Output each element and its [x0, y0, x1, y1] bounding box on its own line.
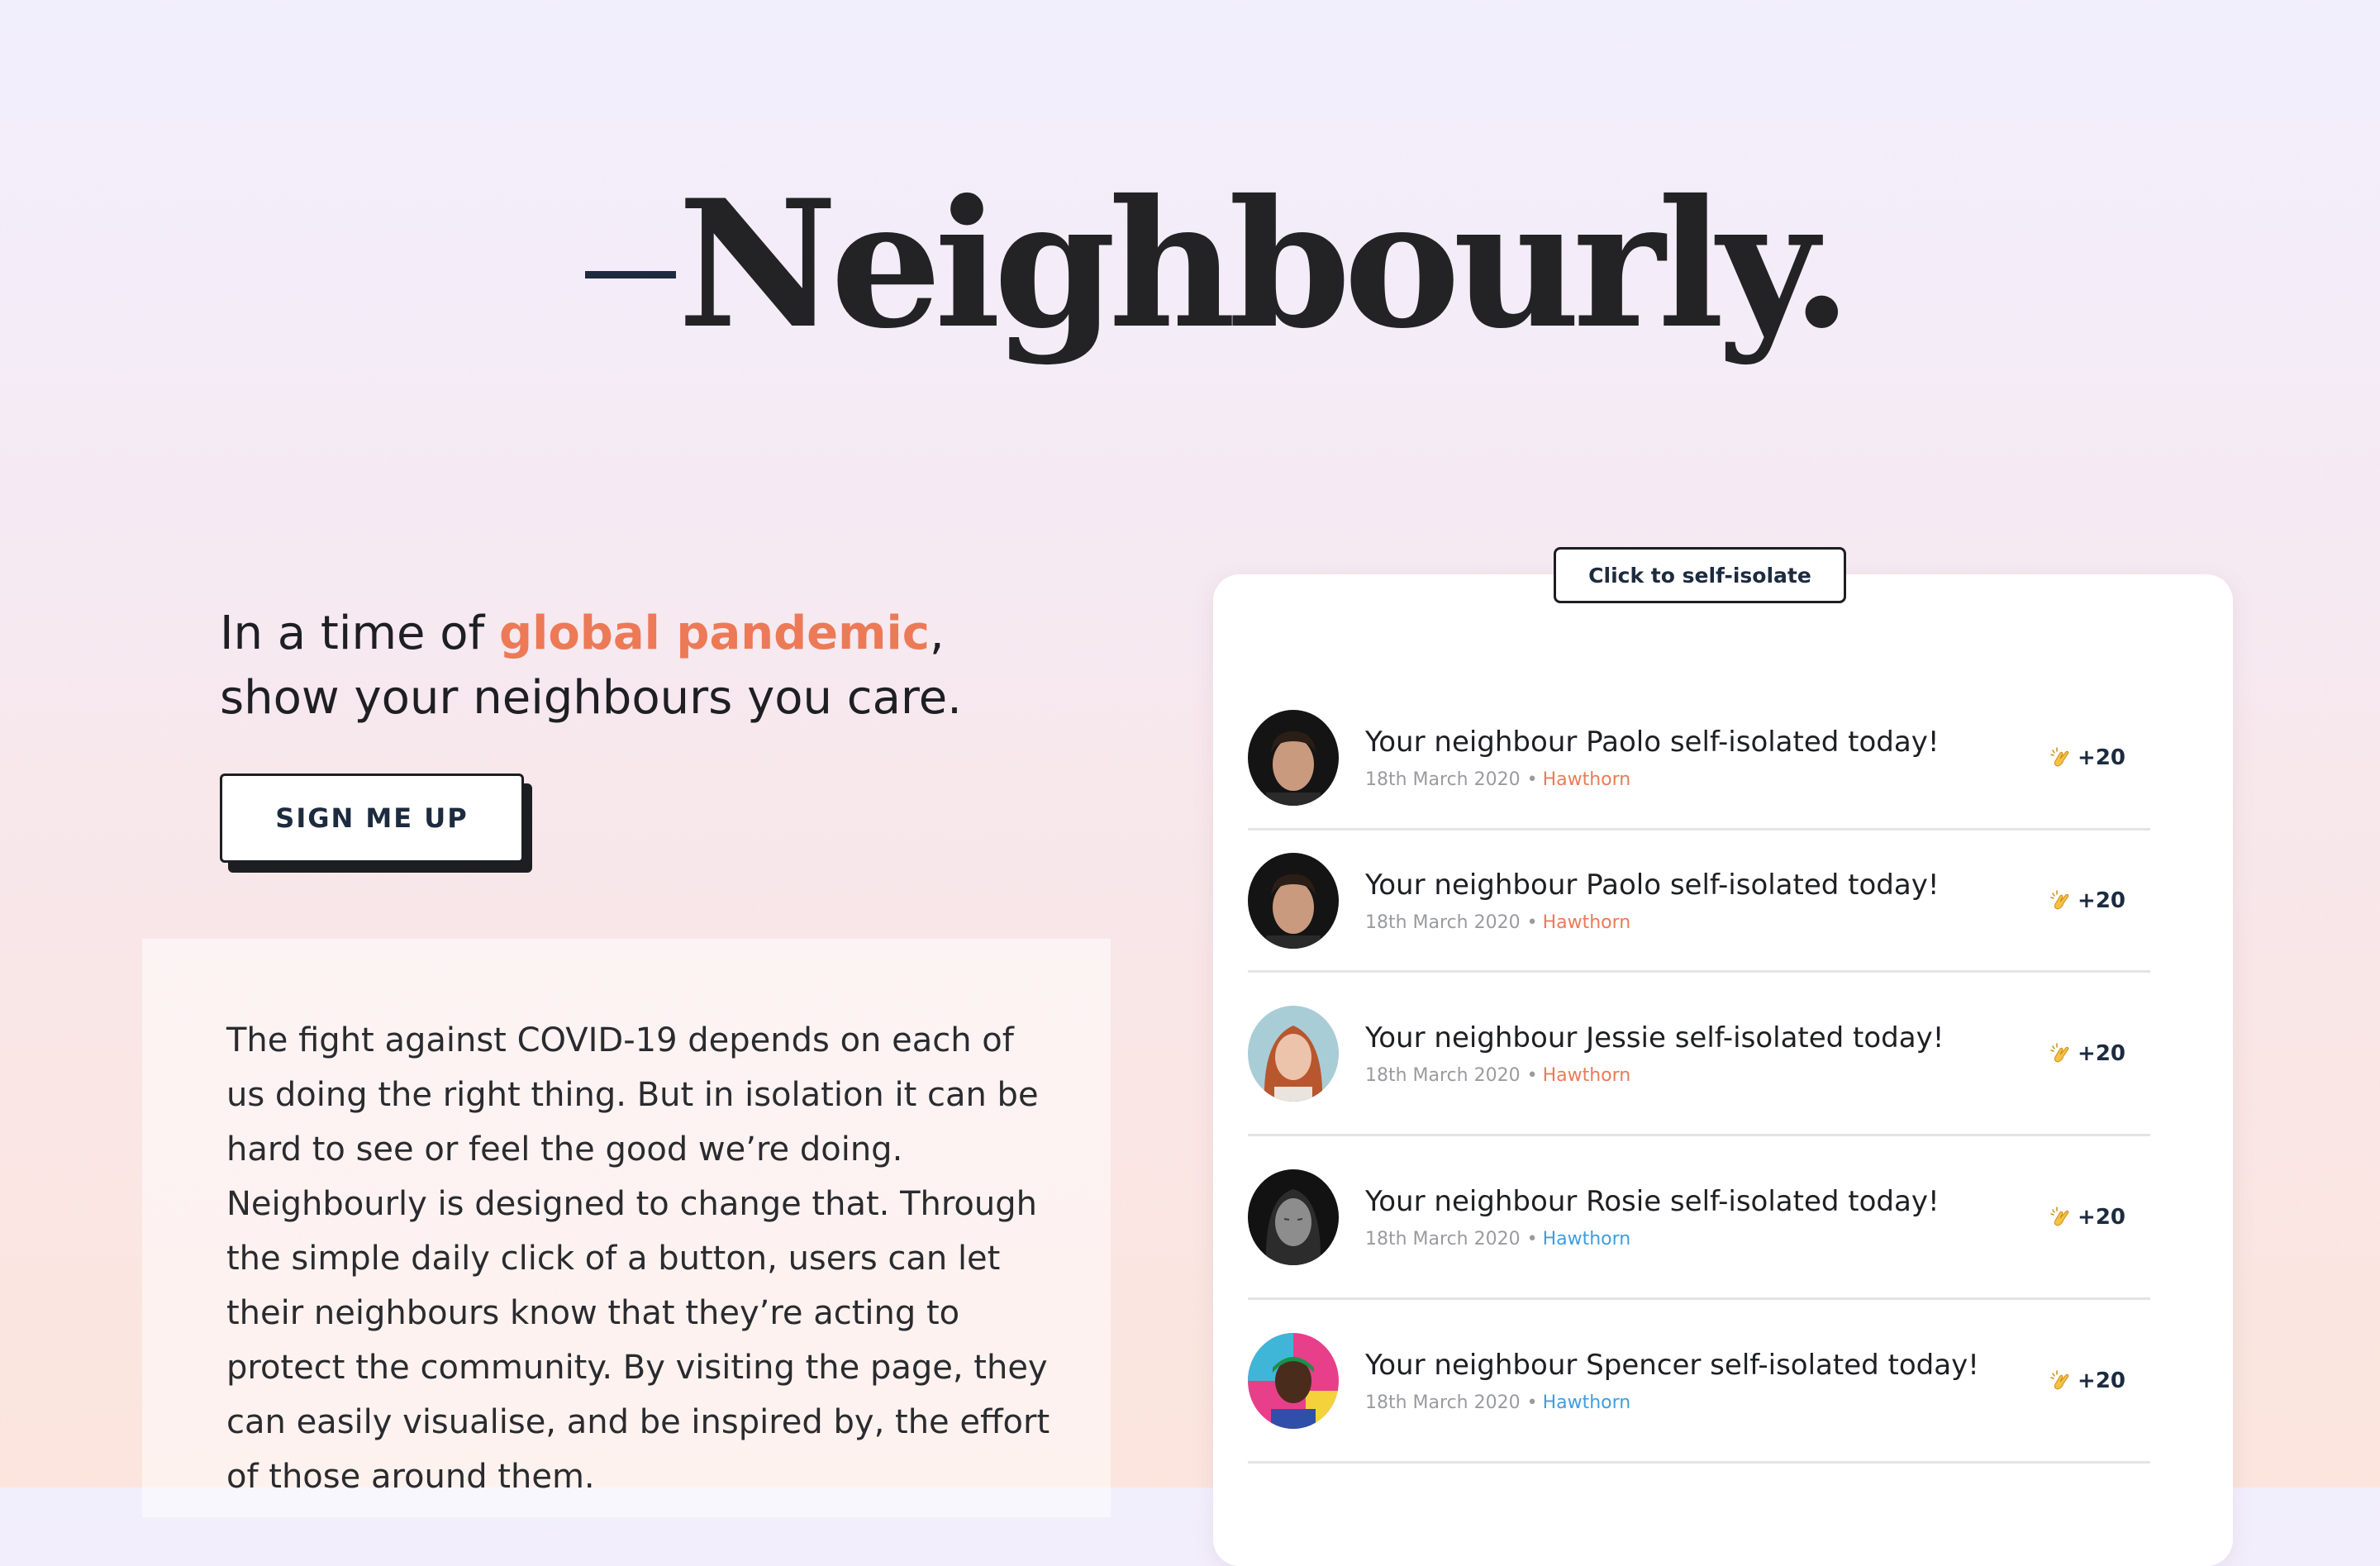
feed-item-location-link[interactable]: Hawthorn [1543, 1229, 1631, 1249]
feed-item-date: 18th March 2020 [1365, 1392, 1521, 1413]
feed-item-meta: 18th March 2020 • Hawthorn [1365, 1064, 1944, 1088]
about-panel: The fight against COVID-19 depends on ea… [142, 939, 1111, 1517]
logo-dash [585, 270, 676, 278]
clap-button[interactable]: +20 [2049, 1368, 2125, 1393]
feed-item: Your neighbour Spencer self-isolated tod… [1248, 1300, 2150, 1464]
clap-button[interactable]: +20 [2049, 745, 2125, 770]
clapping-hands-icon [2050, 889, 2069, 910]
feed-item-title: Your neighbour Rosie self-isolated today… [1365, 1184, 1940, 1218]
activity-feed-card: Your neighbour Paolo self-isolated today… [1213, 574, 2233, 1566]
feed-item: Your neighbour Rosie self-isolated today… [1248, 1136, 2150, 1300]
logo-text: Neighbourly. [678, 161, 1852, 367]
clapping-hands-icon [2050, 1206, 2069, 1226]
brand-logo[interactable]: Neighbourly. [585, 140, 1852, 388]
sign-me-up-button[interactable]: SIGN ME UP [220, 773, 524, 863]
feed-item-body: Your neighbour Paolo self-isolated today… [1365, 867, 1939, 935]
headline-lead: In a time of [220, 607, 500, 660]
signup-button-wrap: SIGN ME UP [220, 773, 532, 873]
feed-item-date: 18th March 2020 [1365, 769, 1521, 790]
clap-count: +20 [2078, 745, 2125, 770]
clap-count: +20 [2078, 888, 2125, 913]
meta-separator: • [1526, 769, 1538, 790]
feed-item-date: 18th March 2020 [1365, 1228, 1521, 1249]
feed-item-meta: 18th March 2020 • Hawthorn [1365, 1228, 1940, 1251]
feed-item-meta: 18th March 2020 • Hawthorn [1365, 912, 1939, 935]
feed-item-title: Your neighbour Paolo self-isolated today… [1365, 725, 1940, 759]
meta-separator: • [1526, 1064, 1538, 1086]
clap-button[interactable]: +20 [2049, 888, 2125, 913]
feed-item-body: Your neighbour Jessie self-isolated toda… [1365, 1020, 1944, 1088]
headline-accent: global pandemic [499, 607, 930, 660]
clapping-hands-icon [2050, 1369, 2069, 1390]
feed-item-title: Your neighbour Spencer self-isolated tod… [1365, 1348, 1979, 1382]
feed-item-body: Your neighbour Rosie self-isolated today… [1365, 1183, 1940, 1251]
clap-button[interactable]: +20 [2049, 1205, 2125, 1230]
clapping-hands-icon [2050, 746, 2069, 767]
activity-feed-list: Your neighbour Paolo self-isolated today… [1248, 687, 2150, 1464]
feed-item-title: Your neighbour Jessie self-isolated toda… [1365, 1021, 1944, 1054]
meta-separator: • [1526, 1392, 1538, 1413]
feed-item-title: Your neighbour Paolo self-isolated today… [1365, 868, 1940, 902]
man-dark-hair-avatar [1248, 852, 1339, 949]
about-text: The fight against COVID-19 depends on ea… [226, 1021, 1050, 1496]
woman-red-hair-avatar [1248, 1005, 1339, 1102]
feed-item-location-link[interactable]: Hawthorn [1543, 1065, 1631, 1086]
meta-separator: • [1526, 1228, 1538, 1249]
man-dark-hair-avatar [1248, 709, 1339, 806]
man-colorful-avatar [1248, 1332, 1339, 1429]
feed-item-location-link[interactable]: Hawthorn [1543, 1392, 1631, 1413]
feed-item-date: 18th March 2020 [1365, 1064, 1521, 1086]
feed-item: Your neighbour Jessie self-isolated toda… [1248, 973, 2150, 1136]
feed-item-date: 18th March 2020 [1365, 912, 1521, 933]
clap-count: +20 [2078, 1040, 2125, 1066]
feed-item-body: Your neighbour Spencer self-isolated tod… [1365, 1347, 1979, 1415]
meta-separator: • [1526, 912, 1538, 933]
feed-item-location-link[interactable]: Hawthorn [1543, 769, 1631, 790]
feed-item: Your neighbour Paolo self-isolated today… [1248, 831, 2150, 973]
woman-monochrome-avatar [1248, 1169, 1339, 1265]
self-isolate-button[interactable]: Click to self-isolate [1554, 547, 1846, 603]
clap-count: +20 [2078, 1368, 2125, 1393]
feed-item-meta: 18th March 2020 • Hawthorn [1365, 769, 1939, 792]
clapping-hands-icon [2050, 1042, 2069, 1063]
feed-item-body: Your neighbour Paolo self-isolated today… [1365, 724, 1939, 792]
clap-count: +20 [2078, 1204, 2125, 1230]
hero-headline: In a time of global pandemic, show your … [220, 602, 1046, 731]
feed-item-location-link[interactable]: Hawthorn [1543, 912, 1631, 933]
feed-item: Your neighbour Paolo self-isolated today… [1248, 687, 2150, 831]
clap-button[interactable]: +20 [2049, 1041, 2125, 1066]
feed-item-meta: 18th March 2020 • Hawthorn [1365, 1392, 1979, 1415]
